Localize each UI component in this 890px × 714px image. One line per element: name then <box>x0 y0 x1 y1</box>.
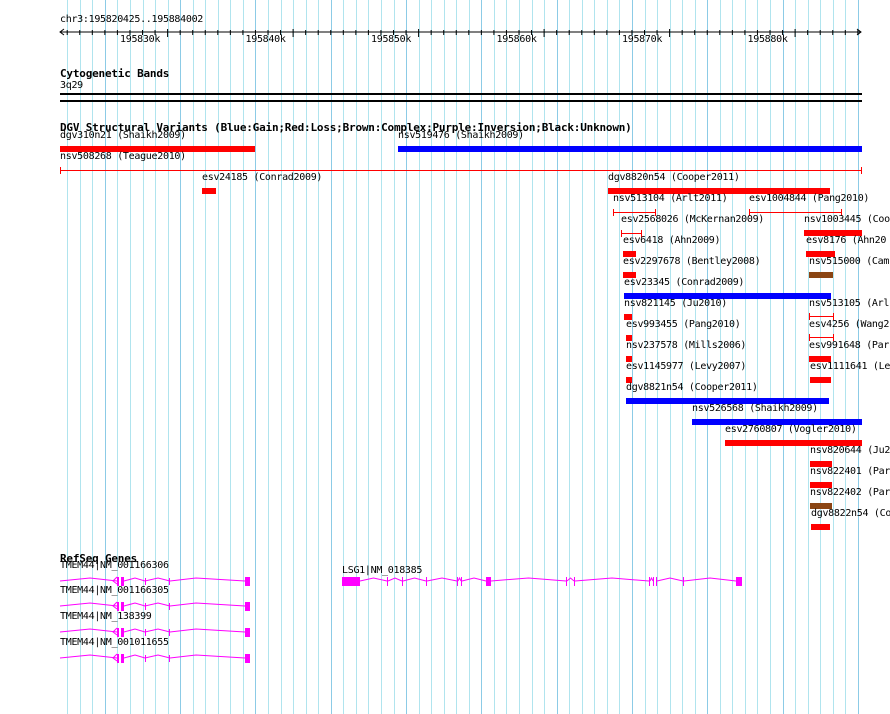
intron[interactable] <box>461 577 487 582</box>
exon[interactable] <box>121 654 124 663</box>
exon[interactable] <box>736 577 742 586</box>
intron[interactable] <box>59 602 118 607</box>
exon[interactable] <box>402 577 403 586</box>
intron[interactable] <box>574 577 650 582</box>
gene-label[interactable]: TMEM44|NM_001011655 <box>60 637 169 649</box>
exon[interactable] <box>566 577 567 586</box>
exon[interactable] <box>169 629 170 636</box>
intron[interactable] <box>123 602 246 607</box>
intron[interactable] <box>59 577 118 582</box>
exon[interactable] <box>245 628 250 637</box>
exon[interactable] <box>145 578 146 585</box>
intron[interactable] <box>402 577 427 582</box>
exon[interactable] <box>145 603 146 610</box>
exon[interactable] <box>387 577 388 586</box>
exon[interactable] <box>121 628 124 637</box>
exon[interactable] <box>145 629 146 636</box>
intron[interactable] <box>123 577 246 582</box>
exon[interactable] <box>656 577 657 586</box>
exon[interactable] <box>121 602 124 611</box>
exon[interactable] <box>245 577 250 586</box>
intron[interactable] <box>426 577 458 582</box>
exon[interactable] <box>145 655 146 662</box>
intron[interactable] <box>649 576 654 582</box>
exon[interactable] <box>117 654 119 663</box>
gene-label[interactable]: TMEM44|NM_001166305 <box>60 585 169 597</box>
exon[interactable] <box>245 654 250 663</box>
exon[interactable] <box>169 655 170 662</box>
intron[interactable] <box>457 576 462 582</box>
gene-models <box>59 576 742 663</box>
gene-label[interactable]: TMEM44|NM_001166306 <box>60 560 169 572</box>
exon[interactable] <box>342 577 360 586</box>
gene-label[interactable]: LSG1|NM_018385 <box>342 565 422 577</box>
exon[interactable] <box>574 577 575 586</box>
genome-browser-panel: chr3:195820425..195884002 195830k 195840k… <box>0 0 890 714</box>
intron[interactable] <box>566 577 575 582</box>
exon[interactable] <box>245 602 250 611</box>
intron[interactable] <box>59 628 118 633</box>
exon[interactable] <box>653 577 654 586</box>
intron[interactable] <box>387 577 403 582</box>
intron[interactable] <box>123 628 246 633</box>
exon[interactable] <box>457 577 458 586</box>
exon[interactable] <box>169 603 170 610</box>
intron[interactable] <box>123 654 246 659</box>
exon[interactable] <box>117 628 119 637</box>
exon[interactable] <box>683 577 684 586</box>
intron[interactable] <box>656 577 684 582</box>
exon[interactable] <box>649 577 650 586</box>
intron[interactable] <box>683 577 737 582</box>
exon[interactable] <box>461 577 462 586</box>
exon[interactable] <box>426 577 427 586</box>
exon[interactable] <box>169 578 170 585</box>
intron[interactable] <box>359 577 388 582</box>
exon[interactable] <box>117 602 119 611</box>
intron[interactable] <box>490 577 567 582</box>
exon[interactable] <box>486 577 491 586</box>
gene-label[interactable]: TMEM44|NM_138399 <box>60 611 152 623</box>
intron[interactable] <box>59 654 118 659</box>
